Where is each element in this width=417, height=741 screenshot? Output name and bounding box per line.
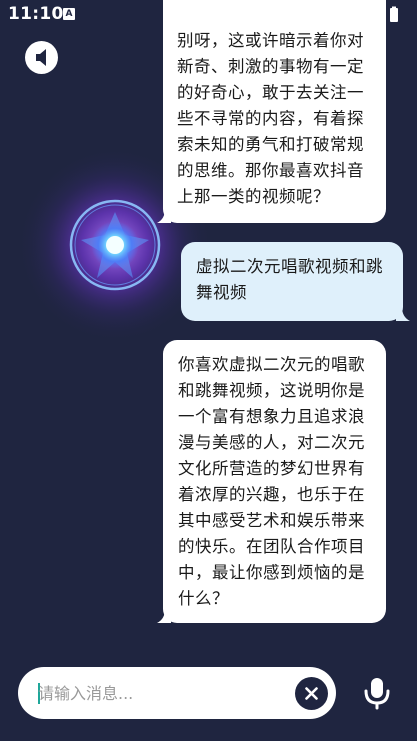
bubble-tail	[396, 307, 410, 321]
close-icon	[305, 687, 318, 700]
voice-input-button[interactable]	[360, 676, 394, 710]
chat-message-ai: 你喜欢虚拟二次元的唱歌和跳舞视频，这说明你是一个富有想象力且追求浪漫与美感的人，…	[157, 340, 386, 623]
message-text: 别呀，这或许暗示着你对新奇、刺激的事物有一定的好奇心，敢于去关注一些不寻常的内容…	[177, 31, 364, 206]
message-text: 你喜欢虚拟二次元的唱歌和跳舞视频，这说明你是一个富有想象力且追求浪漫与美感的人，…	[178, 355, 365, 608]
chat-screen: 11:10 A 别呀，这或许暗示着你对新奇、刺激的事物有一定的好奇心，敢于去关注…	[0, 0, 417, 741]
volume-back-icon	[36, 49, 46, 66]
chat-message-user: 虚拟二次元唱歌视频和跳舞视频	[181, 242, 410, 321]
microphone-icon	[364, 678, 390, 710]
back-button[interactable]	[25, 41, 58, 74]
bubble-tail	[157, 609, 171, 623]
message-input[interactable]	[38, 667, 288, 719]
chat-message-ai: 别呀，这或许暗示着你对新奇、刺激的事物有一定的好奇心，敢于去关注一些不寻常的内容…	[157, 0, 386, 223]
app-notification-icon: A	[63, 8, 75, 20]
bubble-tail	[157, 209, 171, 223]
message-text: 虚拟二次元唱歌视频和跳舞视频	[196, 257, 383, 302]
message-input-box	[18, 667, 336, 719]
status-time: 11:10	[8, 4, 64, 24]
clear-input-button[interactable]	[295, 677, 328, 710]
battery-icon	[390, 6, 398, 22]
